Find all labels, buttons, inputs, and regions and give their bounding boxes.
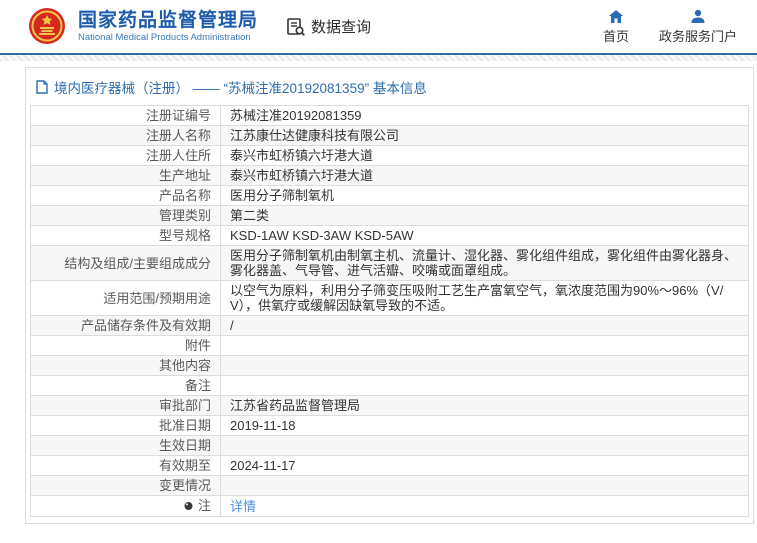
row-value: KSD-1AW KSD-3AW KSD-5AW xyxy=(230,228,414,243)
nav-home[interactable]: 首页 xyxy=(603,9,629,45)
row-value: 江苏省药品监督管理局 xyxy=(230,398,361,413)
document-icon xyxy=(36,80,48,94)
table-row: 附件 xyxy=(30,335,749,356)
row-label: 管理类别 xyxy=(158,208,211,223)
nav-portal-label: 政务服务门户 xyxy=(658,28,737,44)
info-table: 注册证编号 苏械注准20192081359 注册人名称 江苏康仕达健康科技有限公… xyxy=(30,105,749,517)
agency-name-en: National Medical Products Administration xyxy=(78,31,251,43)
table-row: 备注 xyxy=(30,375,749,396)
row-value: 2019-11-18 xyxy=(230,418,296,433)
row-label: 结构及组成/主要组成成分 xyxy=(64,255,211,271)
home-icon xyxy=(608,9,624,24)
table-row: 产品名称 医用分子筛制氧机 xyxy=(30,185,749,206)
row-value: 泰兴市虹桥镇六圩港大道 xyxy=(230,168,374,183)
table-row: 管理类别 第二类 xyxy=(30,205,749,226)
row-label: 变更情况 xyxy=(158,478,211,493)
table-row: 生效日期 xyxy=(30,435,749,456)
table-row: 变更情况 xyxy=(30,475,749,496)
page: 国家药品监督管理局 National Medical Products Admi… xyxy=(0,0,757,524)
row-label: 备注 xyxy=(184,378,211,393)
row-value: / xyxy=(230,318,234,333)
agency-name: 国家药品监督管理局 xyxy=(78,9,259,31)
table-row: 审批部门 江苏省药品监督管理局 xyxy=(30,395,749,416)
nav-portal[interactable]: 政务服务门户 xyxy=(659,9,737,45)
national-emblem-logo xyxy=(26,6,68,48)
data-query-label: 数据查询 xyxy=(311,19,372,36)
table-row: 适用范围/预期用途 以空气为原料，利用分子筛变压吸附工艺生产富氧空气，氧浓度范围… xyxy=(30,280,749,316)
row-value: 以空气为原料，利用分子筛变压吸附工艺生产富氧空气，氧浓度范围为90%～96%（V… xyxy=(230,283,724,313)
header-nav: 首页 政务服务门户 xyxy=(603,9,745,45)
row-value: 第二类 xyxy=(230,208,270,223)
table-row: 其他内容 xyxy=(30,355,749,376)
row-label: 注册人住所 xyxy=(145,148,211,163)
brand-text: 国家药品监督管理局 National Medical Products Admi… xyxy=(78,10,258,44)
row-value: 医用分子筛制氧机 xyxy=(230,188,335,203)
table-row: 产品储存条件及有效期 / xyxy=(30,315,749,336)
row-label: 生产地址 xyxy=(158,168,211,183)
nav-home-label: 首页 xyxy=(602,28,629,44)
row-label: 附件 xyxy=(184,338,211,353)
row-value: 江苏康仕达健康科技有限公司 xyxy=(230,128,400,143)
user-icon xyxy=(690,9,706,24)
row-value: 医用分子筛制氧机由制氧主机、流量计、湿化器、雾化组件组成，雾化组件由雾化器身、雾… xyxy=(230,248,738,278)
row-label: 其他内容 xyxy=(158,358,211,373)
row-label: 注 xyxy=(197,498,211,513)
page-title-text: 境内医疗器械（注册） —— “苏械注准20192081359” 基本信息 xyxy=(54,81,427,96)
data-query-icon xyxy=(286,17,306,37)
decorative-stripe xyxy=(0,55,757,61)
table-row: 注册人名称 江苏康仕达健康科技有限公司 xyxy=(30,125,749,146)
row-label: 有效期至 xyxy=(158,458,211,473)
detail-link[interactable]: 详情 xyxy=(230,499,256,514)
row-label: 注册人名称 xyxy=(145,128,211,143)
brand-logo-block[interactable]: 国家药品监督管理局 National Medical Products Admi… xyxy=(26,6,258,48)
info-table-body: 注册证编号 苏械注准20192081359 注册人名称 江苏康仕达健康科技有限公… xyxy=(30,105,749,517)
row-label: 注册证编号 xyxy=(145,108,211,123)
table-row: 批准日期 2019-11-18 xyxy=(30,415,749,436)
row-value: 苏械注准20192081359 xyxy=(230,108,362,123)
table-row: 注册证编号 苏械注准20192081359 xyxy=(30,105,749,126)
data-query-menu[interactable]: 数据查询 xyxy=(286,16,371,37)
row-label: 适用范围/预期用途 xyxy=(103,290,211,306)
table-row: 注 详情 xyxy=(30,495,749,517)
table-row: 结构及组成/主要组成成分 医用分子筛制氧机由制氧主机、流量计、湿化器、雾化组件组… xyxy=(30,245,749,281)
row-label: 生效日期 xyxy=(158,438,211,453)
row-value: 泰兴市虹桥镇六圩港大道 xyxy=(230,148,374,163)
table-row: 注册人住所 泰兴市虹桥镇六圩港大道 xyxy=(30,145,749,166)
row-value: 2024-11-17 xyxy=(230,458,296,473)
content-box: 境内医疗器械（注册） —— “苏械注准20192081359” 基本信息 注册证… xyxy=(25,67,754,524)
row-label: 产品储存条件及有效期 xyxy=(80,318,211,333)
page-title: 境内医疗器械（注册） —— “苏械注准20192081359” 基本信息 xyxy=(30,68,749,105)
site-header: 国家药品监督管理局 National Medical Products Admi… xyxy=(0,0,757,55)
row-label: 批准日期 xyxy=(158,418,211,433)
row-label: 型号规格 xyxy=(158,228,211,243)
table-row: 有效期至 2024-11-17 xyxy=(30,455,749,476)
table-row: 型号规格 KSD-1AW KSD-3AW KSD-5AW xyxy=(30,225,749,246)
table-row: 生产地址 泰兴市虹桥镇六圩港大道 xyxy=(30,165,749,186)
row-label: 产品名称 xyxy=(158,188,211,203)
note-icon xyxy=(184,499,193,514)
row-label: 审批部门 xyxy=(158,398,211,413)
